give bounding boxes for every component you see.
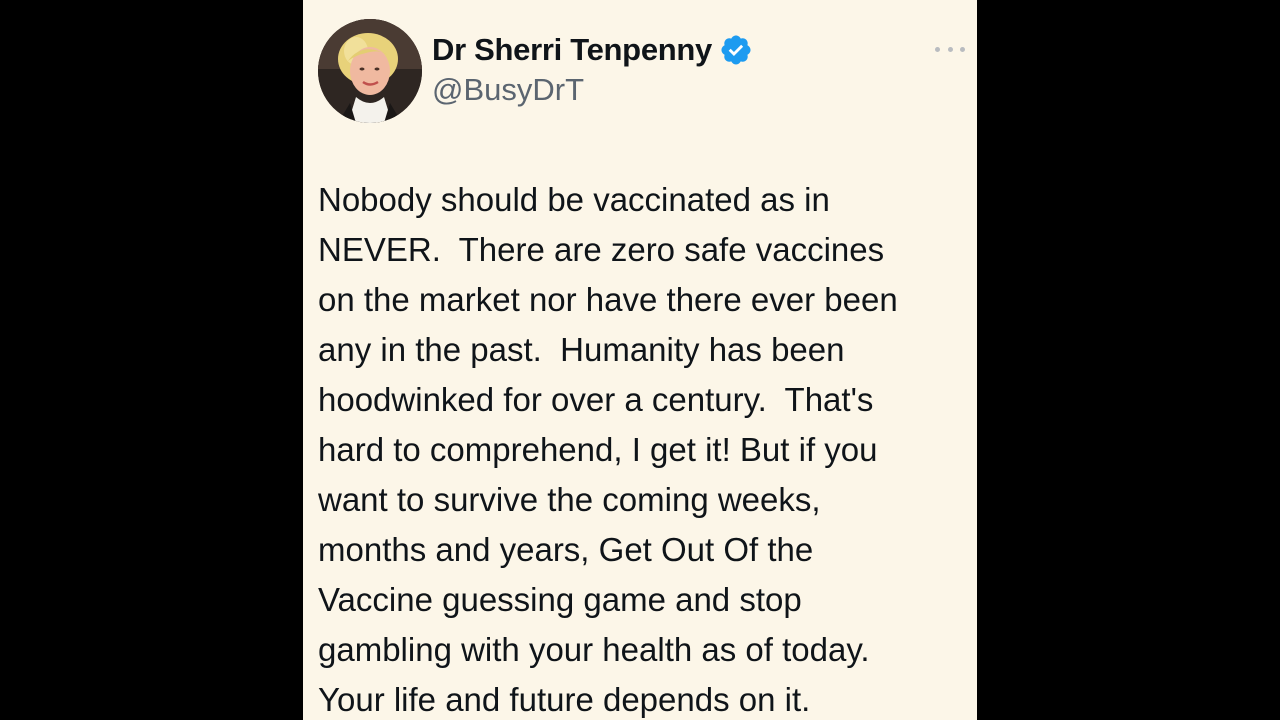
more-dot xyxy=(960,46,965,52)
verified-badge-icon xyxy=(719,33,753,67)
tweet-text-line: any in the past. Humanity has been xyxy=(318,331,845,368)
avatar[interactable] xyxy=(318,19,422,123)
tweet-text-line: want to survive the coming weeks, xyxy=(318,481,821,518)
more-dot xyxy=(947,46,953,52)
tweet-text-line: on the market nor have there ever been xyxy=(318,281,898,318)
author-display-name[interactable]: Dr Sherri Tenpenny xyxy=(432,32,712,68)
tweet-text-line: months and years, Get Out Of the xyxy=(318,531,814,568)
tweet-text-line: NEVER. There are zero safe vaccines xyxy=(318,231,885,268)
tweet-text-line: hoodwinked for over a century. That's xyxy=(318,381,874,418)
tweet-text-line: Vaccine guessing game and stop xyxy=(318,581,802,618)
video-frame: Dr Sherri Tenpenny @BusyDrT Nobody shoul… xyxy=(0,0,1280,720)
tweet-text-line: gambling with your health as of today. xyxy=(318,631,870,668)
tweet-text-line: Nobody should be vaccinated as in xyxy=(318,181,830,218)
tweet-text-line: Your life and future depends on it. xyxy=(318,681,811,718)
tweet-text: Nobody should be vaccinated as in NEVER.… xyxy=(318,175,968,720)
author-handle[interactable]: @BusyDrT xyxy=(432,72,584,108)
author-name-row: Dr Sherri Tenpenny xyxy=(432,28,753,72)
more-options-icon[interactable] xyxy=(935,38,965,60)
profile-photo-icon xyxy=(318,19,422,123)
tweet-card: Dr Sherri Tenpenny @BusyDrT Nobody shoul… xyxy=(303,0,977,720)
more-dot xyxy=(935,46,940,52)
tweet-text-line: hard to comprehend, I get it! But if you xyxy=(318,431,878,468)
